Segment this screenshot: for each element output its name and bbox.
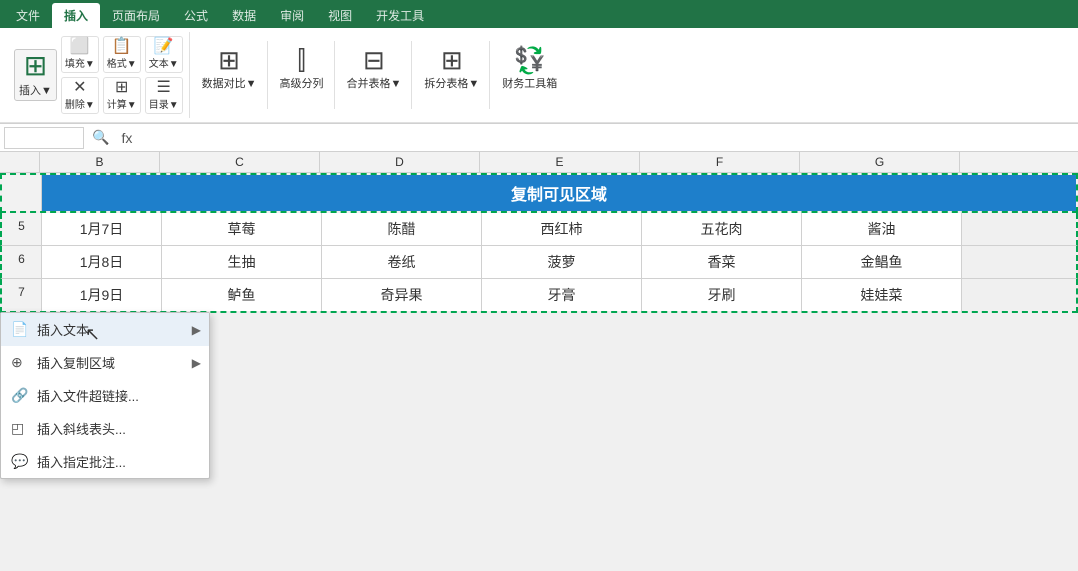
tab-data[interactable]: 数据 [220, 3, 268, 28]
insert-file-link-icon: 🔗 [11, 387, 28, 404]
cell-f7[interactable]: 牙刷 [642, 279, 802, 311]
cell-g7[interactable]: 娃娃菜 [802, 279, 962, 311]
table-row: 6 1月8日 生抽 卷纸 菠萝 香菜 金鲳鱼 [0, 246, 1078, 279]
dropdown-menu: 📄 插入文本 ▶ ⊕ 插入复制区域 ▶ 🔗 插入文件超链接... ◰ 插入斜线表… [0, 312, 210, 479]
cell-c7[interactable]: 鲈鱼 [162, 279, 322, 311]
fx-label: fx [117, 130, 136, 146]
cell-e5[interactable]: 西红柿 [482, 213, 642, 245]
tab-review[interactable]: 审阅 [268, 3, 316, 28]
search-icon: 🔍 [88, 129, 113, 146]
cell-d6[interactable]: 卷纸 [322, 246, 482, 278]
cell-g5[interactable]: 酱油 [802, 213, 962, 245]
finance-button[interactable]: 💱 财务工具箱 [498, 45, 561, 93]
submenu-arrow-icon: ▶ [192, 323, 201, 337]
row-num-6: 6 [2, 246, 42, 278]
ribbon: 文件 插入 页面布局 公式 数据 审阅 视图 开发工具 [0, 0, 1078, 124]
data-compare-button[interactable]: ⊞ 数据对比▼ [198, 45, 261, 93]
toc-button[interactable]: ☰ 目录▼ [145, 77, 183, 114]
ribbon-content: ⊞ 插入▼ ⬜ 填充▼ ✕ 删除▼ [0, 28, 1078, 123]
col-header-d[interactable]: D [320, 152, 480, 172]
menu-item-insert-diagonal[interactable]: ◰ 插入斜线表头... [1, 412, 209, 445]
ribbon-group-split-table: ⊞ 拆分表格▼ [414, 41, 490, 109]
tab-developer[interactable]: 开发工具 [364, 3, 436, 28]
insert-text-icon: 📄 [11, 321, 28, 338]
row-num [2, 175, 42, 211]
col-header-b[interactable]: B [40, 152, 160, 172]
delete-icon: ✕ [73, 80, 86, 96]
cell-d5[interactable]: 陈醋 [322, 213, 482, 245]
table-row: 复制可见区域 [0, 173, 1078, 213]
tab-view[interactable]: 视图 [316, 3, 364, 28]
merged-header-cell: 复制可见区域 [42, 175, 1076, 211]
split-table-button[interactable]: ⊞ 拆分表格▼ [420, 45, 483, 93]
text-icon: 📝 [154, 39, 174, 55]
split-table-icon: ⊞ [441, 47, 463, 73]
calc-button[interactable]: ⊞ 计算▼ [103, 77, 141, 114]
cell-e6[interactable]: 菠萝 [482, 246, 642, 278]
finance-icon: 💱 [514, 47, 546, 73]
fill-icon: ⬜ [70, 39, 90, 55]
menu-item-insert-file-link[interactable]: 🔗 插入文件超链接... [1, 379, 209, 412]
merge-table-icon: ⊟ [363, 47, 385, 73]
tab-insert[interactable]: 插入 [52, 3, 100, 28]
format-icon: 📋 [112, 39, 132, 55]
tab-formula[interactable]: 公式 [172, 3, 220, 28]
data-compare-icon: ⊞ [218, 47, 240, 73]
submenu-arrow-copy-icon: ▶ [192, 356, 201, 370]
tab-page-layout[interactable]: 页面布局 [100, 3, 172, 28]
cell-c6[interactable]: 生抽 [162, 246, 322, 278]
cell-f6[interactable]: 香菜 [642, 246, 802, 278]
cell-d7[interactable]: 奇异果 [322, 279, 482, 311]
merge-table-button[interactable]: ⊟ 合并表格▼ [343, 45, 406, 93]
main-area: B C D E F G 复制可见区域 5 1月7日 草莓 陈醋 西红柿 五花肉 … [0, 152, 1078, 571]
advanced-split-icon: ⫿ [297, 47, 305, 73]
ribbon-group-advanced-split: ⫿ 高级分列 [270, 41, 335, 109]
delete-button[interactable]: ✕ 删除▼ [61, 77, 99, 114]
calc-icon: ⊞ [115, 80, 128, 96]
insert-diagonal-icon: ◰ [11, 420, 24, 437]
col-headers: B C D E F G [0, 152, 1078, 173]
cell-f5[interactable]: 五花肉 [642, 213, 802, 245]
menu-item-insert-copy-area[interactable]: ⊕ 插入复制区域 ▶ [1, 346, 209, 379]
advanced-split-button[interactable]: ⫿ 高级分列 [276, 45, 328, 93]
cell-c5[interactable]: 草莓 [162, 213, 322, 245]
formula-bar: 🔍 fx [0, 124, 1078, 152]
cell-e7[interactable]: 牙膏 [482, 279, 642, 311]
row-num-header [0, 152, 40, 172]
toc-icon: ☰ [156, 80, 170, 96]
col-header-e[interactable]: E [480, 152, 640, 172]
cell-b6[interactable]: 1月8日 [42, 246, 162, 278]
cell-g6[interactable]: 金鲳鱼 [802, 246, 962, 278]
cell-b7[interactable]: 1月9日 [42, 279, 162, 311]
cell-b5[interactable]: 1月7日 [42, 213, 162, 245]
table-row: 7 1月9日 鲈鱼 奇异果 牙膏 牙刷 娃娃菜 [0, 279, 1078, 313]
ribbon-group-data-compare: ⊞ 数据对比▼ [192, 41, 268, 109]
insert-button[interactable]: ⊞ 插入▼ [14, 49, 57, 101]
row-num-7: 7 [2, 279, 42, 311]
formula-input[interactable] [140, 127, 1074, 149]
ribbon-tab-bar: 文件 插入 页面布局 公式 数据 审阅 视图 开发工具 [0, 0, 1078, 28]
row-num-5: 5 [2, 213, 42, 245]
fill-button[interactable]: ⬜ 填充▼ [61, 36, 99, 73]
col-header-c[interactable]: C [160, 152, 320, 172]
col-header-g[interactable]: G [800, 152, 960, 172]
tab-file[interactable]: 文件 [4, 3, 52, 28]
text-button[interactable]: 📝 文本▼ [145, 36, 183, 73]
menu-item-insert-comment[interactable]: 💬 插入指定批注... [1, 445, 209, 478]
table-row: 5 1月7日 草莓 陈醋 西红柿 五花肉 酱油 [0, 213, 1078, 246]
name-box[interactable] [4, 127, 84, 149]
insert-copy-icon: ⊕ [11, 354, 23, 371]
ribbon-group-insert: ⊞ 插入▼ ⬜ 填充▼ ✕ 删除▼ [8, 32, 190, 118]
format-button[interactable]: 📋 格式▼ [103, 36, 141, 73]
insert-comment-icon: 💬 [11, 453, 28, 470]
insert-icon: ⊞ [24, 52, 47, 80]
col-header-f[interactable]: F [640, 152, 800, 172]
app: 文件 插入 页面布局 公式 数据 审阅 视图 开发工具 [0, 0, 1078, 571]
menu-item-insert-text[interactable]: 📄 插入文本 ▶ [1, 313, 209, 346]
ribbon-group-merge-table: ⊟ 合并表格▼ [337, 41, 413, 109]
ribbon-group-finance: 💱 财务工具箱 [492, 41, 567, 109]
